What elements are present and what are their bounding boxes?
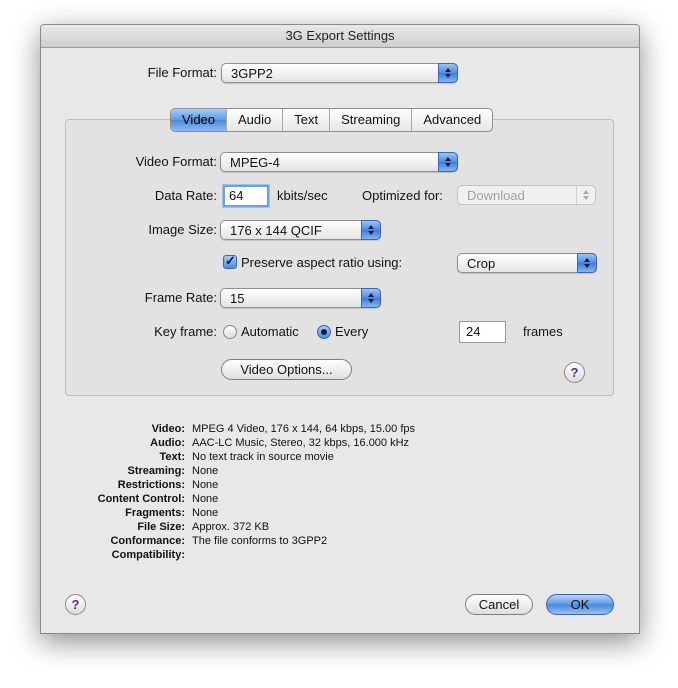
key-frame-label: Key frame: (154, 324, 217, 339)
frame-rate-label: Frame Rate: (144, 290, 217, 305)
window-title: 3G Export Settings (41, 25, 639, 48)
aspect-mode-popup[interactable]: Crop (457, 253, 597, 273)
key-frame-interval-field[interactable]: 24 (459, 321, 506, 343)
key-frame-unit: frames (523, 324, 563, 339)
image-size-label: Image Size: (148, 222, 217, 237)
frame-rate-value: 15 (230, 291, 245, 306)
key-frame-automatic-label: Automatic (241, 324, 299, 339)
dialog-help-button[interactable]: ? (65, 594, 86, 615)
data-rate-unit: kbits/sec (277, 188, 328, 203)
preserve-aspect-checkbox[interactable] (223, 253, 237, 269)
question-icon: ? (71, 597, 80, 612)
image-size-value: 176 x 144 QCIF (230, 223, 322, 238)
cancel-button[interactable]: Cancel (465, 594, 533, 615)
tab-text[interactable]: Text (283, 109, 331, 131)
chevron-updown-icon (576, 185, 596, 205)
optimized-for-popup[interactable]: Download (457, 185, 596, 205)
tab-advanced[interactable]: Advanced (412, 109, 492, 131)
chevron-updown-icon (361, 288, 381, 308)
help-button[interactable]: ? (564, 362, 585, 383)
video-options-button[interactable]: Video Options... (221, 359, 352, 380)
chevron-updown-icon (577, 253, 597, 273)
settings-tabs: Video Audio Text Streaming Advanced (170, 108, 494, 132)
chevron-updown-icon (438, 63, 458, 83)
aspect-mode-value: Crop (467, 256, 496, 271)
export-settings-dialog: 3G Export Settings File Format: 3GPP2 Vi… (40, 24, 640, 634)
image-size-popup[interactable]: 176 x 144 QCIF (220, 220, 381, 240)
file-format-popup[interactable]: 3GPP2 (221, 63, 458, 83)
chevron-updown-icon (438, 152, 458, 172)
key-frame-every-radio[interactable] (317, 325, 331, 339)
video-format-label: Video Format: (135, 154, 217, 169)
data-rate-label: Data Rate: (154, 188, 217, 203)
key-frame-every-label: Every (335, 324, 369, 339)
preserve-aspect-label: Preserve aspect ratio using: (241, 255, 403, 270)
tab-video[interactable]: Video (171, 109, 228, 131)
file-format-label: File Format: (147, 65, 217, 80)
ok-button[interactable]: OK (546, 594, 614, 615)
tab-audio[interactable]: Audio (227, 109, 284, 131)
key-frame-automatic-radio[interactable] (223, 325, 237, 339)
frame-rate-popup[interactable]: 15 (220, 288, 381, 308)
data-rate-field[interactable]: 64 (223, 185, 269, 207)
optimized-for-label: Optimized for: (362, 188, 443, 203)
question-icon: ? (570, 365, 579, 380)
optimized-for-value: Download (467, 188, 525, 203)
file-format-value: 3GPP2 (231, 66, 273, 81)
video-format-popup[interactable]: MPEG-4 (220, 152, 458, 172)
tab-streaming[interactable]: Streaming (330, 109, 413, 131)
video-format-value: MPEG-4 (230, 155, 280, 170)
chevron-updown-icon (361, 220, 381, 240)
